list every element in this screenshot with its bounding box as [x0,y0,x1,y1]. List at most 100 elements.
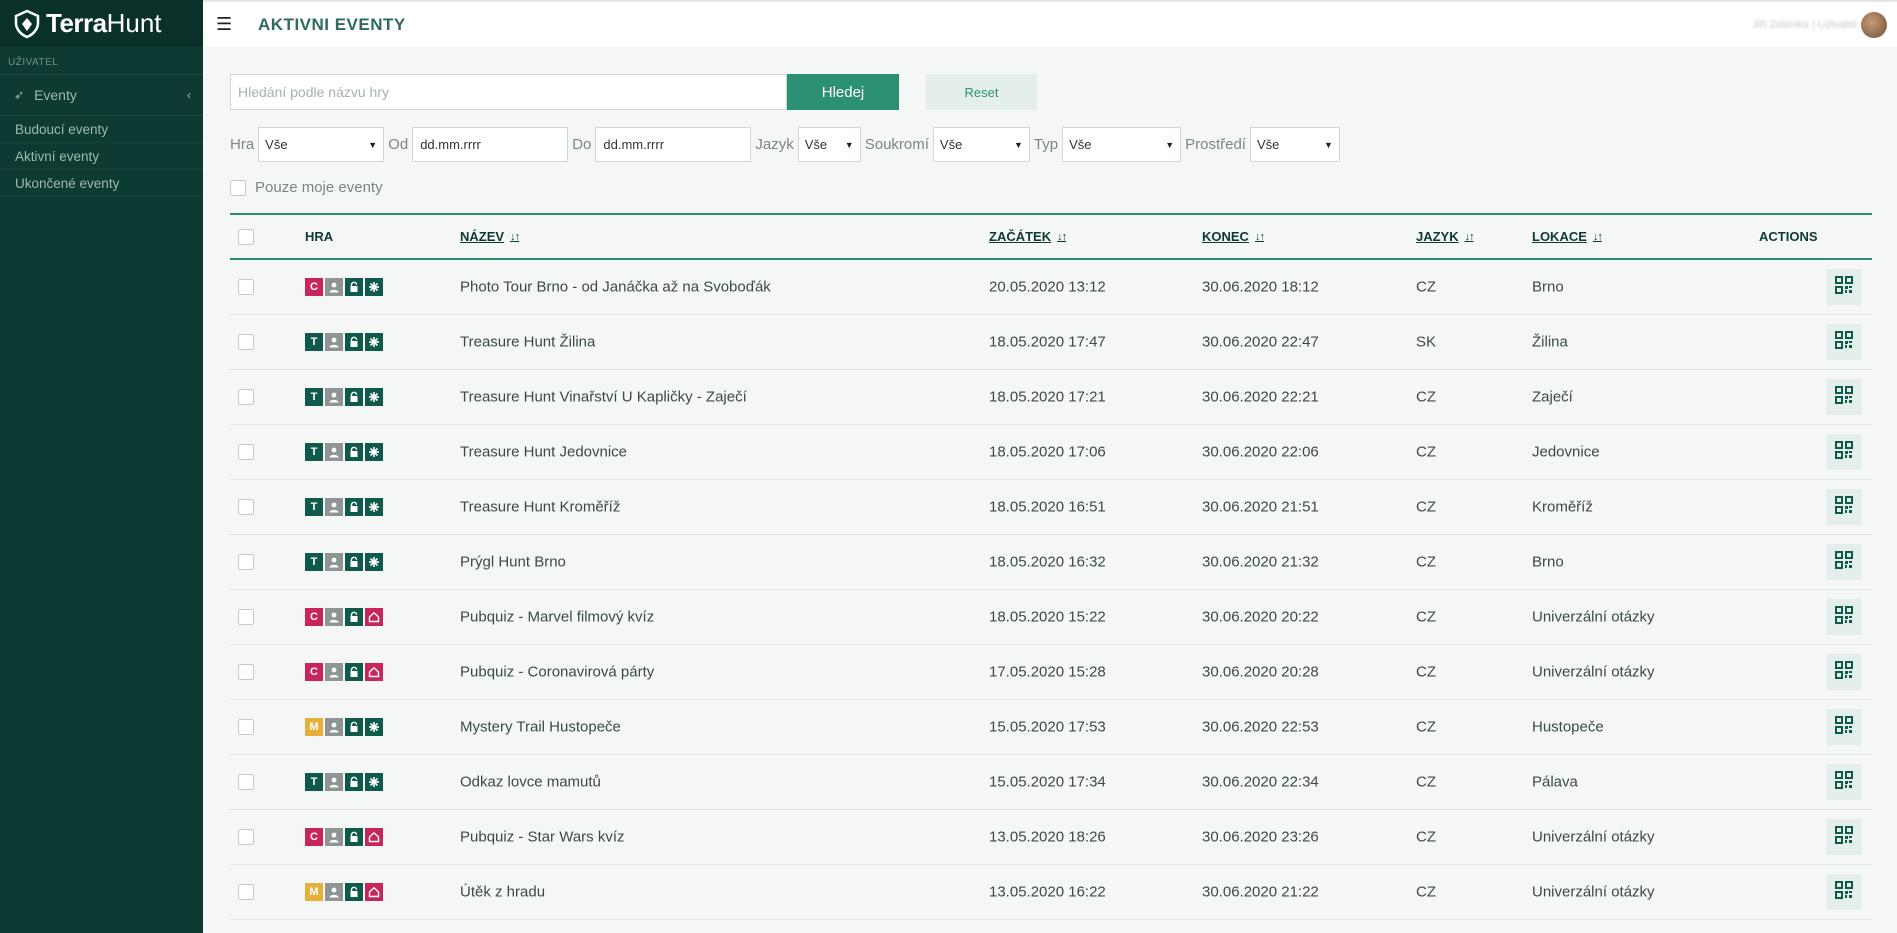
event-start: 18.05.2020 17:21 [989,388,1106,406]
header-konec-label: KONEC [1202,229,1249,244]
row-checkbox[interactable] [238,884,254,900]
qr-code-button[interactable] [1826,874,1862,910]
table-row[interactable]: T Odkaz lovce mamutů 15.05.2020 17:34 30.06… [230,755,1872,810]
outdoor-icon [365,443,383,461]
event-name[interactable]: Pubquiz - Coronavirová párty [460,664,654,681]
event-name[interactable]: Treasure Hunt Jedovnice [460,444,627,461]
event-location: Univerzální otázky [1532,608,1655,626]
filter-hra-select[interactable]: Vše ▼ [258,127,385,162]
filter-prostredi-value: Vše [1256,137,1280,152]
qr-code-icon [1834,440,1854,464]
qr-code-button[interactable] [1826,709,1862,745]
filter-do-date[interactable]: dd.mm.rrrr [595,127,752,162]
event-name[interactable]: Mystery Trail Hustopeče [460,719,621,736]
row-checkbox[interactable] [238,499,254,515]
game-type-badge: T [305,498,323,516]
event-location: Univerzální otázky [1532,828,1655,846]
chevron-left-icon: ‹ [187,88,191,102]
table-row[interactable]: T Treasure Hunt Kroměříž 18.05.2020 16:51 3… [230,480,1872,535]
lock-icon [345,773,363,791]
reset-button[interactable]: Reset [926,74,1037,110]
table-row[interactable]: T Treasure Hunt Vinařství U Kapličky - Za… [230,370,1872,425]
filter-typ-select[interactable]: Vše ▼ [1062,127,1182,162]
row-checkbox[interactable] [238,444,254,460]
logo[interactable]: Terra Hunt [0,0,203,47]
filter-jazyk-value: Vše [804,137,828,152]
event-name[interactable]: Treasure Hunt Kroměříž [460,499,620,516]
event-name[interactable]: Prýgl Hunt Brno [460,554,566,571]
person-icon [325,663,343,681]
qr-code-icon [1834,550,1854,574]
filter-prostredi-select[interactable]: Vše ▼ [1249,127,1340,162]
search-button[interactable]: Hledej [787,74,899,110]
event-lang: CZ [1416,608,1436,626]
person-icon [325,278,343,296]
table-row[interactable]: T Prýgl Hunt Brno 18.05.2020 16:32 30.06.20… [230,535,1872,590]
event-name[interactable]: Pubquiz - Star Wars kvíz [460,829,625,846]
event-name[interactable]: Photo Tour Brno - od Janáčka až na Svobo… [460,279,771,296]
table-row[interactable]: T Treasure Hunt Žilina 18.05.2020 17:47 30.… [230,315,1872,370]
sidebar-item-budouci[interactable]: Budoucí eventy [0,116,203,143]
hamburger-icon[interactable]: ☰ [216,14,234,35]
table-row[interactable]: M Mystery Trail Hustopeče 15.05.2020 17:53… [230,700,1872,755]
filter-jazyk-select[interactable]: Vše ▼ [797,127,861,162]
row-checkbox[interactable] [238,609,254,625]
row-checkbox[interactable] [238,389,254,405]
select-all-checkbox[interactable] [238,228,254,245]
qr-code-button[interactable] [1826,764,1862,800]
table-row[interactable]: T Treasure Hunt Jedovnice 18.05.2020 17:06… [230,425,1872,480]
row-checkbox[interactable] [238,719,254,735]
page-title: AKTIVNI EVENTY [258,14,406,34]
event-name[interactable]: Pubquiz - Marvel filmový kvíz [460,609,654,626]
table-row[interactable]: C Pubquiz - Star Wars kvíz 13.05.2020 18:2… [230,810,1872,865]
qr-code-button[interactable] [1826,434,1862,470]
filter-hra-value: Vše [265,137,288,152]
table-row[interactable]: C Pubquiz - Coronavirová párty 17.05.2020 … [230,645,1872,700]
indoor-icon [365,828,383,846]
qr-code-button[interactable] [1826,379,1862,415]
row-checkbox[interactable] [238,774,254,790]
mine-checkbox[interactable] [230,179,246,196]
sidebar-item-ukoncene[interactable]: Ukončené eventy [0,170,203,197]
row-checkbox[interactable] [238,334,254,350]
game-badges: T [305,333,383,351]
qr-code-button[interactable] [1826,819,1862,855]
sidebar-item-aktivni[interactable]: Aktivní eventy [0,143,203,170]
sort-icon: ↓↑ [510,230,520,243]
qr-code-button[interactable] [1826,324,1862,360]
qr-code-button[interactable] [1826,654,1862,690]
qr-code-button[interactable] [1826,544,1862,580]
row-checkbox[interactable] [238,829,254,845]
qr-code-button[interactable] [1826,599,1862,635]
filter-od-date[interactable]: dd.mm.rrrr [412,127,569,162]
table-row[interactable]: C Pubquiz - Marvel filmový kvíz 18.05.2020… [230,590,1872,645]
row-checkbox[interactable] [238,279,254,295]
event-start: 13.05.2020 16:22 [989,883,1106,901]
outdoor-icon [365,388,383,406]
game-type-badge: C [305,608,323,626]
row-checkbox[interactable] [238,664,254,680]
header-konec[interactable]: KONEC ↓↑ [1202,229,1265,244]
row-checkbox[interactable] [238,554,254,570]
event-name[interactable]: Odkaz lovce mamutů [460,774,601,791]
event-name[interactable]: Treasure Hunt Žilina [460,334,595,351]
header-zacatek[interactable]: ZAČÁTEK ↓↑ [989,229,1067,244]
user-menu[interactable]: Jiří Zelenka | Uživatel [1752,12,1887,38]
person-icon [325,608,343,626]
header-jazyk[interactable]: JAZYK ↓↑ [1416,229,1475,244]
event-name[interactable]: Útěk z hradu [460,884,545,901]
header-lokace[interactable]: LOKACE ↓↑ [1532,229,1603,244]
search-input[interactable] [230,74,787,110]
table-row[interactable]: M Útěk z hradu 13.05.2020 16:22 30.06.2020 … [230,865,1872,920]
sidebar-menu-eventy[interactable]: ➶ Eventy ‹ [0,75,203,116]
table-row[interactable]: C Photo Tour Brno - od Janáčka až na Svob… [230,260,1872,315]
event-name[interactable]: Treasure Hunt Vinařství U Kapličky - Zaj… [460,389,747,406]
filter-soukromi-select[interactable]: Vše ▼ [932,127,1030,162]
game-badges: T [305,388,383,406]
qr-code-button[interactable] [1826,489,1862,525]
qr-code-button[interactable] [1826,269,1862,305]
event-lang: CZ [1416,718,1436,736]
mine-filter[interactable]: Pouze moje eventy [230,179,383,196]
sidebar: Terra Hunt UŽIVATEL ➶ Eventy ‹ Budoucí ev… [0,0,203,933]
header-nazev[interactable]: NÁZEV ↓↑ [460,229,520,244]
